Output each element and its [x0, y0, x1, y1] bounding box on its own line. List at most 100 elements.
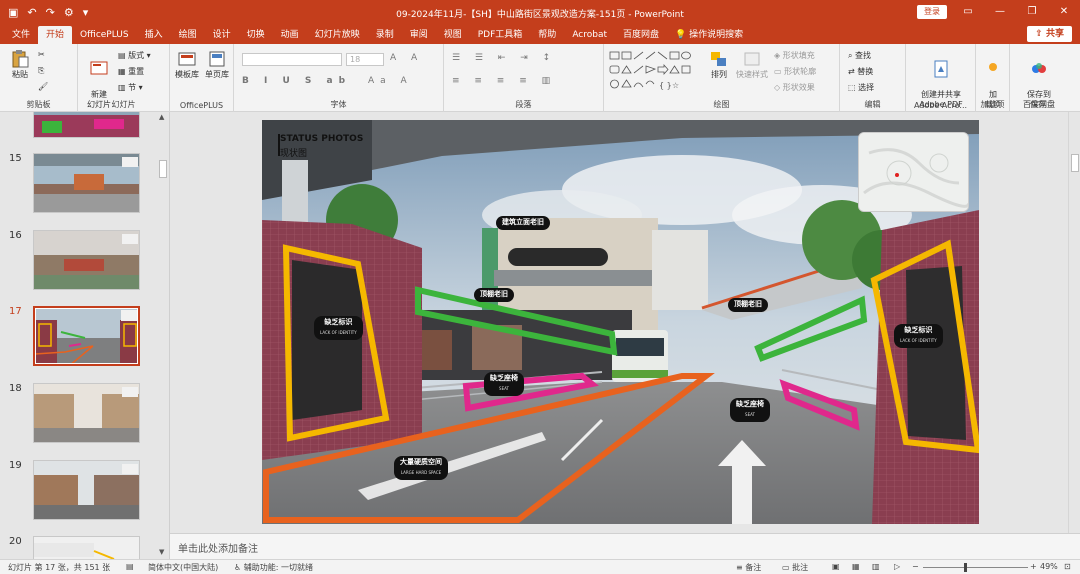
thumbnail-row: 16 [0, 230, 160, 294]
font-size-buttons[interactable]: A A [390, 53, 423, 63]
title-bar: ▣ ↶ ↷ ⚙ ▾ 09-2024年11月-【SH】中山路街区景观改造方案-15… [0, 0, 1080, 24]
tab-slideshow[interactable]: 幻灯片放映 [307, 26, 368, 44]
shape-fill-button[interactable]: ◈ 形状填充 [774, 50, 815, 61]
shape-effects-button[interactable]: ◇ 形状效果 [774, 82, 815, 93]
layout-button[interactable]: ▤ 版式 ▾ [118, 50, 151, 61]
tab-baidu[interactable]: 百度网盘 [615, 26, 667, 44]
notes-icon: ≡ [736, 563, 746, 572]
font-name-field[interactable] [242, 53, 342, 66]
shapes-gallery[interactable]: { } ☆ [608, 50, 692, 94]
format-painter-icon[interactable]: 🖌 [38, 82, 48, 91]
reading-view-icon[interactable]: ▥ [872, 562, 880, 571]
arrange-button[interactable]: 排列 [708, 50, 730, 80]
shape-outline-button[interactable]: ▭ 形状轮廓 [774, 66, 816, 77]
slide-thumbnail[interactable] [33, 112, 140, 138]
cut-icon[interactable]: ✂ [38, 50, 45, 59]
slide-thumbnail[interactable] [33, 383, 140, 443]
thumbnail-row: 19 [0, 460, 160, 524]
tab-record[interactable]: 录制 [368, 26, 402, 44]
spellcheck-icon[interactable]: ▤ [126, 562, 134, 571]
tab-design[interactable]: 设计 [205, 26, 239, 44]
callout-canopy-old-left: 顶棚老旧 [474, 288, 514, 302]
reset-button[interactable]: ▦ 重置 [118, 66, 144, 77]
share-button[interactable]: ⇪ 共享 [1027, 26, 1072, 42]
slide-thumbnail[interactable] [33, 460, 140, 520]
tab-pdf-tools[interactable]: PDF工具箱 [470, 26, 531, 44]
chevron-down-icon[interactable]: ▾ [83, 6, 89, 19]
tab-view[interactable]: 视图 [436, 26, 470, 44]
tab-file[interactable]: 文件 [4, 26, 38, 44]
template-library-button[interactable]: 模板库 [172, 50, 202, 80]
quick-access-toolbar: ▣ ↶ ↷ ⚙ ▾ [0, 6, 160, 19]
slideshow-icon[interactable]: ▷ [894, 562, 900, 571]
font-size-field[interactable]: 18 [346, 53, 384, 66]
single-page-library-button[interactable]: 单页库 [202, 50, 232, 80]
undo-icon[interactable]: ↶ [27, 6, 36, 19]
zoom-slider[interactable] [923, 567, 1028, 568]
fit-slide-icon[interactable]: ⊡ [1064, 562, 1071, 571]
normal-view-icon[interactable]: ▣ [832, 562, 840, 571]
location-map [858, 132, 969, 212]
tell-me-search[interactable]: 💡 操作说明搜索 [667, 26, 751, 44]
tab-animations[interactable]: 动画 [273, 26, 307, 44]
align-buttons[interactable]: ≡ ≡ ≡ ≡ ▥ [452, 76, 556, 86]
tab-help[interactable]: 帮助 [530, 26, 564, 44]
tab-review[interactable]: 审阅 [402, 26, 436, 44]
font-format-buttons[interactable]: B I U S ab [242, 76, 351, 86]
tab-acrobat[interactable]: Acrobat [564, 26, 615, 44]
zoom-level[interactable]: 49% [1040, 562, 1058, 571]
notes-toggle[interactable]: ≡ 备注 [736, 562, 761, 573]
scroll-thumb[interactable] [159, 160, 167, 178]
comments-toggle[interactable]: ▭ 批注 [782, 562, 808, 573]
slide-thumbnail-selected[interactable] [33, 306, 140, 366]
tab-officeplus[interactable]: OfficePLUS [72, 26, 137, 44]
slide-sorter-icon[interactable]: ▦ [852, 562, 860, 571]
thumbnail-row: 17 [0, 306, 160, 370]
scroll-thumb[interactable] [1071, 154, 1079, 172]
comment-icon: ▭ [782, 563, 793, 572]
thumbnail-scrollbar[interactable]: ▲ ▼ [157, 112, 169, 559]
section-icon: ▥ [118, 83, 129, 92]
slide-canvas: STATUS PHOTOS 现状图 建筑立面老旧 顶棚老旧 缺乏标识 LACK … [170, 112, 1068, 533]
font-color-buttons[interactable]: Aa A [368, 76, 413, 86]
quick-styles-button[interactable]: 快速样式 [734, 50, 770, 80]
accessibility-status[interactable]: ♿ 辅助功能: 一切就绪 [234, 562, 313, 573]
callout-facade-old: 建筑立面老旧 [496, 216, 550, 230]
list-buttons[interactable]: ☰ ☰ ⇤ ⇥ ↕ [452, 53, 556, 63]
paragraph-label: 段落 [515, 100, 532, 109]
slide-thumbnail[interactable] [33, 230, 140, 290]
replace-button[interactable]: ⇄ 替换 [848, 66, 873, 77]
minimize-icon[interactable]: — [984, 0, 1016, 24]
copy-icon[interactable]: ⎘ [38, 66, 44, 76]
redo-icon[interactable]: ↷ [46, 6, 55, 19]
callout-hard-space: 大量硬质空间 LARGE HARD SPACE [394, 456, 448, 480]
language-status[interactable]: 简体中文(中国大陆) [148, 562, 218, 573]
select-button[interactable]: ⬚ 选择 [848, 82, 874, 93]
slide-thumbnail[interactable] [33, 536, 140, 559]
find-button[interactable]: ⌕ 查找 [848, 50, 871, 61]
scroll-up-icon[interactable]: ▲ [159, 113, 164, 121]
tab-insert[interactable]: 插入 [137, 26, 171, 44]
paste-button[interactable]: 粘贴 [6, 50, 34, 80]
zoom-slider-knob[interactable] [964, 563, 967, 572]
zoom-out-icon[interactable]: − [912, 562, 919, 571]
save-icon[interactable]: ▣ [8, 6, 18, 19]
slide-thumbnail[interactable] [33, 153, 140, 213]
notes-pane[interactable]: 单击此处添加备注 [170, 533, 1080, 559]
restore-icon[interactable]: ❐ [1016, 0, 1048, 24]
scroll-down-icon[interactable]: ▼ [159, 548, 164, 556]
current-slide[interactable]: STATUS PHOTOS 现状图 建筑立面老旧 顶棚老旧 缺乏标识 LACK … [262, 120, 979, 524]
login-button[interactable]: 登录 [917, 5, 947, 19]
close-icon[interactable]: ✕ [1048, 0, 1080, 24]
section-button[interactable]: ▥ 节 ▾ [118, 82, 143, 93]
customize-icon[interactable]: ⚙ [64, 6, 74, 19]
slide-number: 15 [9, 153, 22, 164]
canvas-scrollbar[interactable] [1068, 112, 1080, 533]
tab-transitions[interactable]: 切换 [239, 26, 273, 44]
addins-label: 加载项 [980, 100, 1005, 109]
slides-label: 幻灯片 [111, 100, 136, 109]
tab-home[interactable]: 开始 [38, 26, 73, 44]
ribbon-display-icon[interactable]: ▭ [952, 0, 984, 24]
zoom-in-icon[interactable]: + [1030, 562, 1037, 571]
tab-draw[interactable]: 绘图 [171, 26, 205, 44]
